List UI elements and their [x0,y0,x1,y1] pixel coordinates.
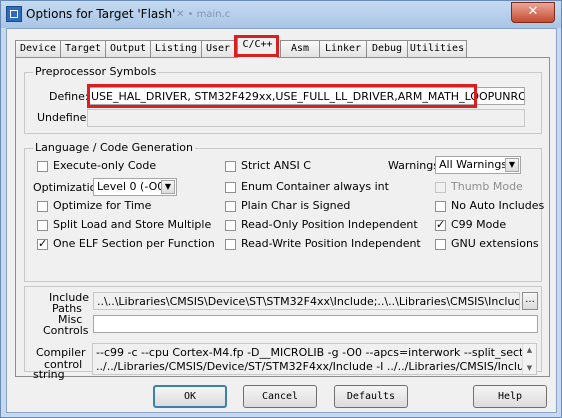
cc-options-panel: Preprocessor Symbols Define: USE_HAL_DRI… [15,57,550,377]
plain-char-label: Plain Char is Signed [241,199,351,212]
include-browse-button[interactable]: ... [522,292,538,310]
gnu-extensions-checkbox[interactable] [435,239,446,250]
one-elf-checkbox[interactable] [37,237,48,250]
ro-position-checkbox[interactable] [225,220,236,231]
rw-position-checkbox[interactable] [225,239,236,250]
optimize-time-checkbox[interactable] [37,201,48,212]
strict-ansi-label: Strict ANSI C [241,159,311,172]
define-highlight [87,84,477,108]
enum-container-label: Enum Container always int [241,180,389,193]
execute-only-label: Execute-only Code [53,159,157,172]
enum-container-checkbox[interactable] [225,182,236,193]
chevron-down-icon: ▼ [161,180,175,194]
tab-user[interactable]: User [201,40,235,57]
optimization-select[interactable]: Level 0 (-O0) ▼ [93,178,177,196]
chevron-down-icon: ▼ [505,158,519,172]
preprocessor-group: Preprocessor Symbols Define: USE_HAL_DRI… [24,65,542,134]
split-load-label: Split Load and Store Multiple [53,218,212,231]
gnu-extensions-label: GNU extensions [451,237,539,250]
tab-device[interactable]: Device [15,40,61,57]
execute-only-checkbox[interactable] [37,161,48,172]
tab-linker[interactable]: Linker [319,40,367,57]
warnings-select[interactable]: All Warnings ▼ [435,156,521,174]
close-icon: ✕ [527,4,539,19]
tab-output[interactable]: Output [105,40,151,57]
tab-utilities[interactable]: Utilities [407,40,467,57]
no-auto-includes-checkbox[interactable] [435,201,446,212]
one-elf-label: One ELF Section per Function [53,237,215,250]
tab-listing[interactable]: Listing [150,40,202,57]
thumb-mode-checkbox[interactable] [435,182,446,193]
optimization-value: Level 0 (-O0) [97,180,169,193]
misc-controls-input[interactable] [93,315,538,333]
thumb-mode-label: Thumb Mode [451,180,523,193]
app-icon [6,6,22,22]
ro-position-label: Read-Only Position Independent [241,218,418,231]
defaults-button[interactable]: Defaults [334,385,408,408]
window-title: Options for Target 'Flash' [26,7,176,21]
compiler-label-line3: string [33,368,65,381]
c99-mode-checkbox[interactable] [435,218,446,231]
optimize-time-label: Optimize for Time [53,199,152,212]
ok-button[interactable]: OK [153,385,227,408]
compiler-string-line1: --c99 -c --cpu Cortex-M4.fp -D__MICROLIB… [96,346,537,359]
tab-asm[interactable]: Asm [280,40,320,57]
plain-char-checkbox[interactable] [225,201,236,212]
warnings-value: All Warnings [439,158,508,171]
tab-target[interactable]: Target [60,40,106,57]
scroll-up-icon[interactable]: ▲ [523,344,536,356]
include-paths-input[interactable]: ..\..\Libraries\CMSIS\Device\ST\STM32F4x… [93,292,520,310]
language-group: Language / Code Generation Execute-only … [24,141,545,282]
close-button[interactable]: ✕ [511,2,555,23]
c99-mode-label: C99 Mode [451,218,507,231]
title-bar: Options for Target 'Flash' ✕ • main.c ✕ [1,1,561,28]
no-auto-includes-label: No Auto Includes [451,199,545,212]
rw-position-label: Read-Write Position Independent [241,237,421,250]
options-dialog: Options for Target 'Flash' ✕ • main.c ✕ … [0,0,562,418]
tab-debug[interactable]: Debug [366,40,408,57]
strict-ansi-checkbox[interactable] [225,161,236,172]
background-window-text: ✕ • main.c [176,9,231,20]
misc-label-line2: Controls [43,324,89,337]
undefine-input[interactable] [87,109,525,127]
dialog-client: Device Target Output Listing User C/C++ … [6,28,557,413]
cc-tab-highlight [234,35,279,57]
compiler-control-string: --c99 -c --cpu Cortex-M4.fp -D__MICROLIB… [92,343,537,375]
language-group-title: Language / Code Generation [33,141,196,154]
cancel-button[interactable]: Cancel [243,385,317,408]
compiler-scrollbar[interactable]: ▲ ▼ [522,344,536,374]
scroll-down-icon[interactable]: ▼ [523,362,536,374]
compiler-string-line2: ../../Libraries/CMSIS/Device/ST/STM32F4x… [96,360,537,373]
split-load-checkbox[interactable] [37,220,48,231]
preprocessor-group-title: Preprocessor Symbols [33,65,159,78]
define-label: Define: [49,90,89,103]
help-button[interactable]: Help [473,385,547,408]
undefine-label: Undefine: [37,111,91,124]
